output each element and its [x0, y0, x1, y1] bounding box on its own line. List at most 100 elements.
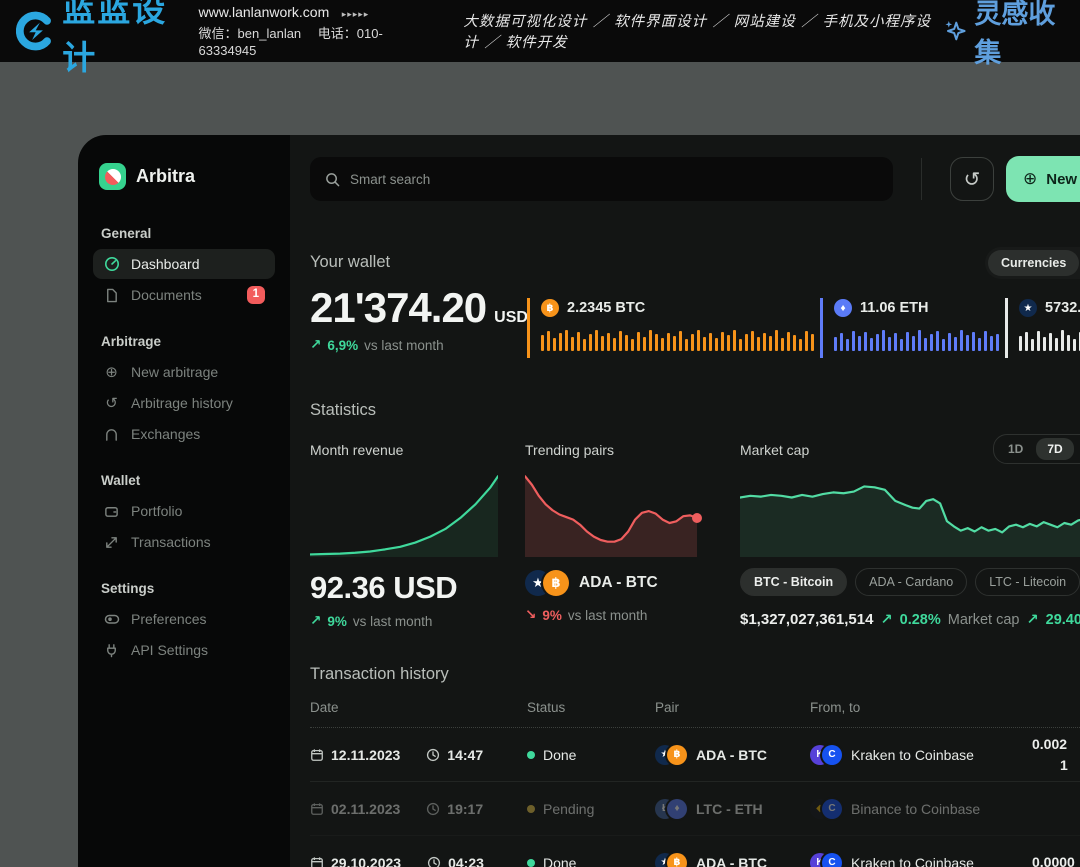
range-toggle: 1D 7D 1M	[993, 434, 1080, 464]
app-title: Arbitra	[136, 166, 195, 187]
pair-icons: Ł ♦	[655, 799, 687, 819]
nav-section-label: General	[101, 226, 275, 241]
wechat-phone: 微信：ben_lanlan 电话：010-63334945	[199, 26, 402, 59]
trending-change-value: 9%	[542, 608, 562, 623]
tx-time: 14:47	[447, 747, 483, 763]
wallet-icon	[103, 504, 120, 519]
search-input[interactable]	[350, 172, 878, 187]
tx-pair: ADA - BTC	[696, 855, 767, 867]
sparkle-star-icon	[943, 16, 968, 46]
lanlan-logo[interactable]: 蓝蓝设计	[16, 0, 179, 79]
trend-up-arrow-icon: ↗	[310, 337, 321, 353]
range-7d[interactable]: 7D	[1036, 438, 1073, 460]
tx-time: 04:23	[448, 855, 484, 867]
search-box[interactable]	[310, 157, 893, 201]
eth-icon: ♦	[667, 799, 687, 819]
trending-pairs-label: Trending pairs	[525, 442, 740, 458]
wallet-total-currency: USD	[494, 309, 528, 326]
tx-date: 02.11.2023	[331, 801, 400, 817]
transaction-history-title: Transaction history	[310, 665, 1080, 684]
col-status: Status	[527, 700, 655, 715]
sidebar-item-transactions[interactable]: Transactions	[93, 527, 275, 557]
sidebar-item-exchanges[interactable]: Exchanges	[93, 419, 275, 449]
sidebar-item-documents[interactable]: Documents 1	[93, 280, 275, 310]
exchange-icons: K C	[810, 745, 842, 765]
new-arbitrage-button[interactable]: ⊕ New arbitrage	[1006, 156, 1080, 202]
file-icon	[103, 288, 120, 303]
statistics-title: Statistics	[310, 401, 1080, 420]
tx-date: 12.11.2023	[331, 747, 400, 763]
nav-section-wallet: Wallet Portfolio Transactions	[93, 473, 275, 557]
table-row[interactable]: 29.10.2023 04:23 Done ★ ฿ A	[310, 836, 1080, 867]
topbar: ↺ ⊕ New arbitrage	[310, 157, 1080, 201]
site-url[interactable]: www.lanlanwork.com	[199, 4, 330, 20]
pair-icons: ★ ฿	[655, 853, 687, 867]
status-dot-done	[527, 751, 535, 759]
arch-icon	[103, 427, 120, 442]
tx-from-to: Kraken to Coinbase	[851, 747, 974, 763]
holding-eth: ♦ 11.06 ETH	[820, 298, 1000, 358]
coinbase-icon: C	[822, 853, 842, 867]
coinbase-icon: C	[822, 799, 842, 819]
range-1m[interactable]: 1M	[1076, 438, 1080, 460]
sidebar-item-api-settings[interactable]: API Settings	[93, 635, 275, 665]
app-logo[interactable]: Arbitra	[99, 163, 275, 190]
month-revenue-chart	[310, 472, 498, 557]
sidebar-item-label: Dashboard	[131, 256, 200, 272]
btc-amount: 2.2345 BTC	[567, 300, 645, 316]
col-from-to: From, to	[810, 700, 1010, 715]
toggle-icon	[103, 611, 120, 627]
ada-sparkline	[1019, 326, 1080, 351]
pill-ltc-litecoin[interactable]: LTC - Litecoin	[975, 568, 1080, 596]
calendar-icon	[310, 856, 324, 867]
new-arbitrage-label: New arbitrage	[1046, 171, 1080, 188]
market-cap-card: Market cap 1D 7D 1M BTC - Bitcoin ADA - …	[740, 442, 1080, 629]
arbitra-logo-icon	[99, 163, 126, 190]
coinbase-icon: C	[822, 745, 842, 765]
arrows-decoration: ▸▸▸▸▸	[342, 9, 370, 19]
btc-icon: ฿	[541, 299, 559, 317]
sidebar-item-label: New arbitrage	[131, 364, 218, 380]
market-cap-change-label: Market cap	[948, 612, 1020, 628]
wallet-title: Your wallet	[310, 253, 1080, 272]
search-icon	[325, 172, 340, 187]
pill-btc-bitcoin[interactable]: BTC - Bitcoin	[740, 568, 847, 596]
sidebar-item-new-arbitrage[interactable]: ⊕ New arbitrage	[93, 357, 275, 387]
nav-section-general: General Dashboard Documents 1	[93, 226, 275, 310]
eth-amount: 11.06 ETH	[860, 300, 929, 316]
status-badge: Done	[543, 855, 576, 867]
tx-time: 19:17	[447, 801, 483, 817]
ada-amount: 5732.61 ADA	[1045, 300, 1080, 316]
inspiration-collect[interactable]: 灵感收集	[943, 0, 1064, 70]
tab-currencies[interactable]: Currencies	[988, 250, 1079, 276]
plus-circle-icon: ⊕	[1023, 169, 1037, 189]
btc-icon: ฿	[667, 745, 687, 765]
sidebar-item-portfolio[interactable]: Portfolio	[93, 496, 275, 526]
volume-change: 29.40%	[1046, 612, 1080, 628]
sidebar-item-preferences[interactable]: Preferences	[93, 604, 275, 634]
sidebar-item-arbitrage-history[interactable]: ↺ Arbitrage history	[93, 388, 275, 418]
tx-amount: 0.0000	[1010, 852, 1080, 867]
sidebar-item-label: Documents	[131, 287, 202, 303]
contact-block: www.lanlanwork.com ▸▸▸▸▸ 微信：ben_lanlan 电…	[199, 3, 402, 59]
table-row[interactable]: 12.11.2023 14:47 Done ★ ฿ A	[310, 728, 1080, 782]
exchange-icons: ◆ C	[810, 799, 842, 819]
sidebar-item-dashboard[interactable]: Dashboard	[93, 249, 275, 279]
table-row[interactable]: 02.11.2023 19:17 Pending Ł ♦	[310, 782, 1080, 836]
screen: 蓝蓝设计 www.lanlanwork.com ▸▸▸▸▸ 微信：ben_lan…	[0, 0, 1080, 867]
history-button[interactable]: ↺	[950, 157, 994, 201]
trending-change-suffix: vs last month	[568, 608, 648, 623]
range-1d[interactable]: 1D	[997, 438, 1034, 460]
pill-ada-cardano[interactable]: ADA - Cardano	[855, 568, 967, 596]
sidebar-item-label: Portfolio	[131, 503, 182, 519]
trend-up-arrow-icon: ↗	[1026, 612, 1038, 628]
wallet-total-value: 21'374.20	[310, 284, 486, 331]
gauge-icon	[103, 256, 120, 272]
trend-down-arrow-icon: ↘	[525, 607, 536, 623]
month-revenue-change-suffix: vs last month	[353, 614, 433, 629]
table-header: Date Status Pair From, to	[310, 700, 1080, 728]
holding-ada: ★ 5732.61 ADA	[1005, 298, 1080, 358]
sidebar-item-label: Preferences	[131, 611, 206, 627]
wallet-tabs: Currencies Exchanges	[985, 247, 1080, 279]
month-revenue-card: Month revenue 92.36 USD ↗ 9% vs last mon…	[310, 442, 525, 629]
